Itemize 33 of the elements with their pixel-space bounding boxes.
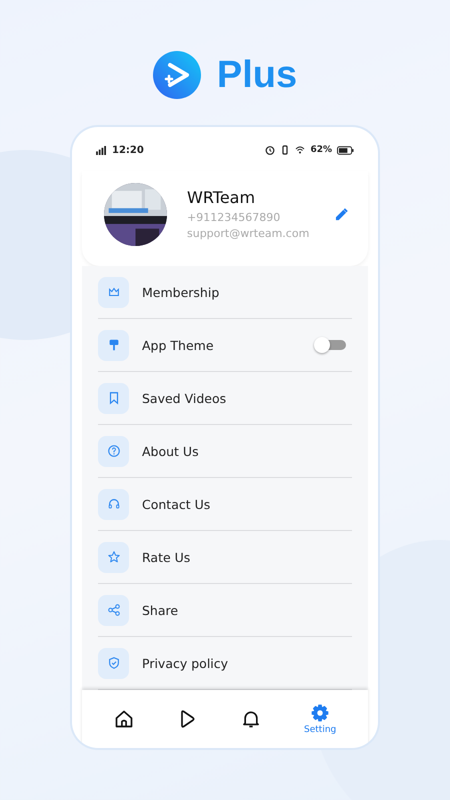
crown-icon — [98, 276, 129, 308]
menu-item[interactable]: Share — [142, 602, 178, 618]
nav-tab[interactable]: Setting — [300, 699, 340, 739]
shield-check-icon — [98, 648, 129, 678]
paint-roller-icon — [98, 330, 129, 360]
profile-name: WRTeam — [187, 188, 256, 206]
bell-icon — [240, 709, 261, 729]
home-icon — [114, 709, 134, 729]
menu-item[interactable]: App Theme — [142, 338, 214, 352]
star-icon — [98, 542, 129, 572]
menu-item[interactable]: Saved Videos — [142, 390, 226, 406]
settings-icon — [310, 703, 330, 723]
edit-icon[interactable] — [335, 208, 348, 221]
menu-item[interactable]: Privacy policy — [142, 656, 228, 670]
signal-icon — [96, 146, 107, 154]
menu-item[interactable]: About Us — [142, 444, 199, 458]
battery-percent: 62% — [310, 145, 332, 155]
profile-email: support@wrteam.com — [187, 226, 310, 242]
profile-phone: +911234567890 — [187, 210, 282, 226]
wifi-icon — [295, 145, 306, 155]
help-icon — [98, 436, 129, 466]
bookmark-icon — [98, 382, 129, 414]
menu-item[interactable]: Membership — [142, 284, 220, 300]
menu-item[interactable]: Contact Us — [142, 496, 210, 512]
menu-item[interactable]: Rate Us — [142, 550, 190, 564]
logo-icon — [152, 51, 201, 99]
status-time: 12:20 — [112, 144, 144, 156]
alarm-icon — [265, 145, 276, 155]
vibrate-icon — [280, 145, 290, 155]
battery-icon — [337, 146, 354, 154]
brand-name: Plus — [216, 54, 298, 96]
headset-icon — [98, 488, 129, 520]
share-icon — [98, 594, 129, 626]
